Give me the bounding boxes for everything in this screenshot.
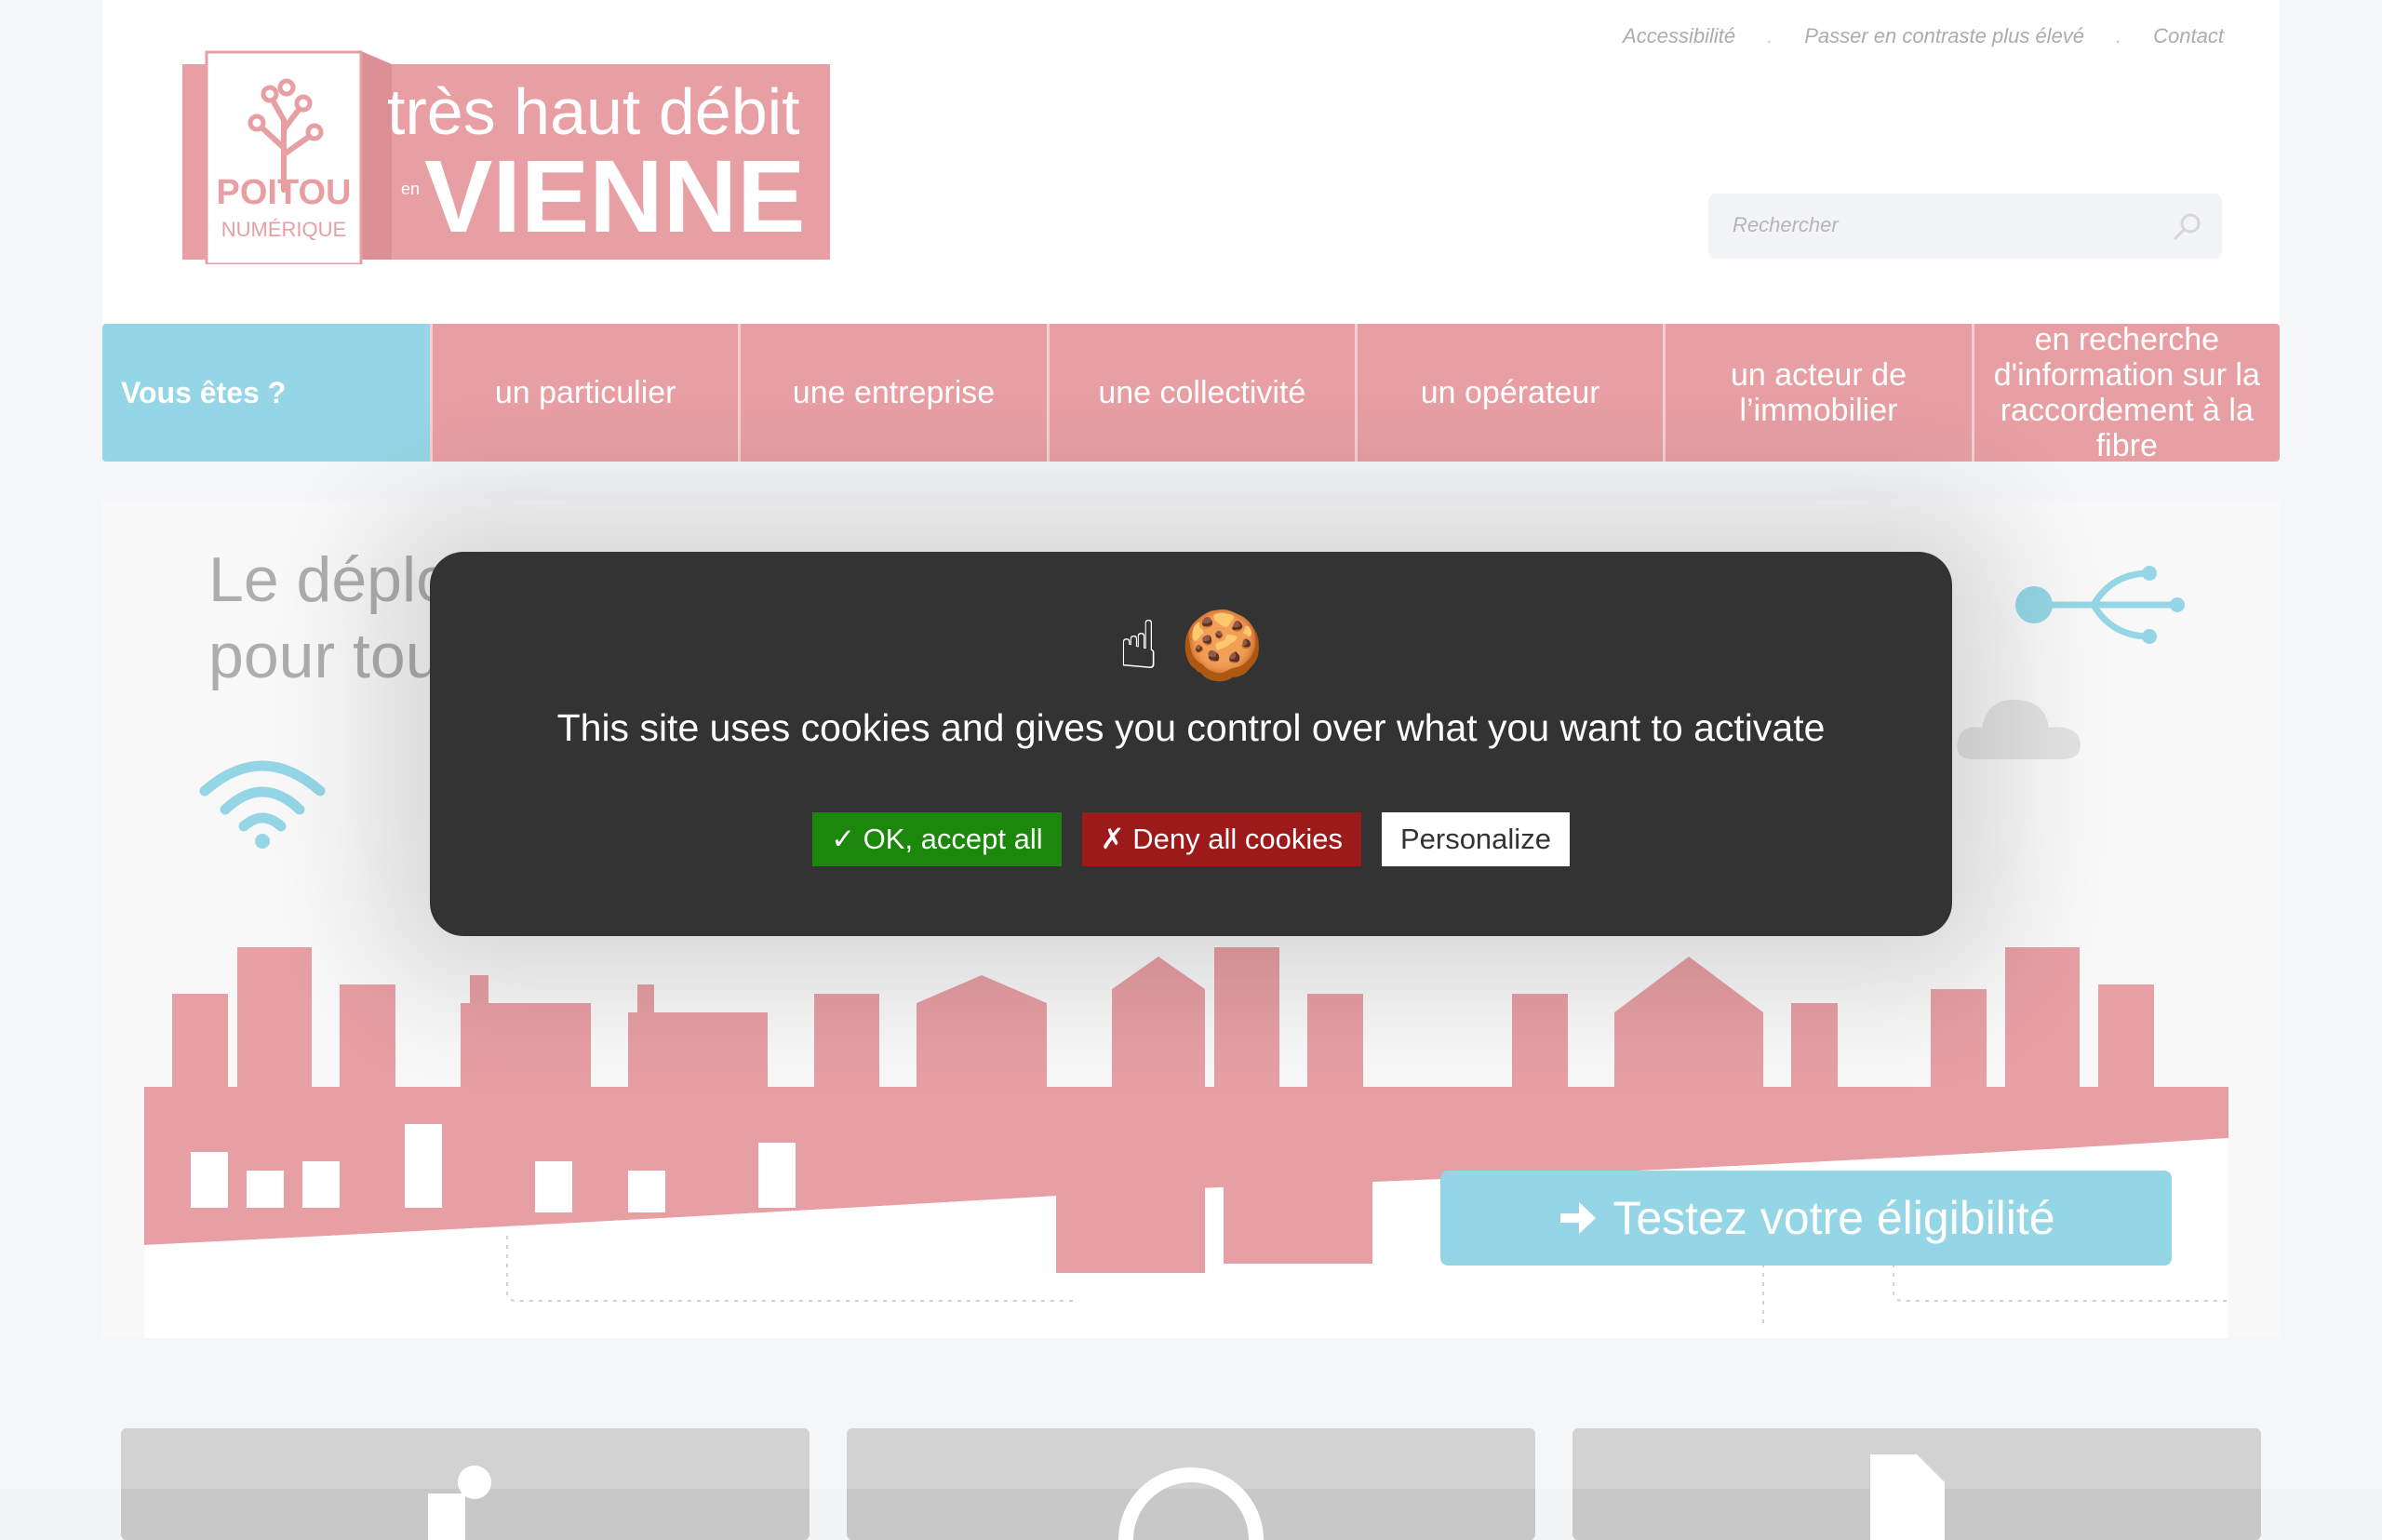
accept-all-button[interactable]: ✓ OK, accept all [812,812,1062,866]
personalize-button[interactable]: Personalize [1381,812,1570,866]
cookie-message: This site uses cookies and gives you con… [556,706,1826,749]
deny-all-button[interactable]: ✗ Deny all cookies [1081,812,1361,866]
cookie-buttons: ✓ OK, accept all ✗ Deny all cookies Pers… [430,812,1952,866]
cookie-consent-dialog: ☝ 🍪 This site uses cookies and gives you… [430,552,1952,936]
cookie-emoji: ☝ 🍪 [1117,606,1265,684]
